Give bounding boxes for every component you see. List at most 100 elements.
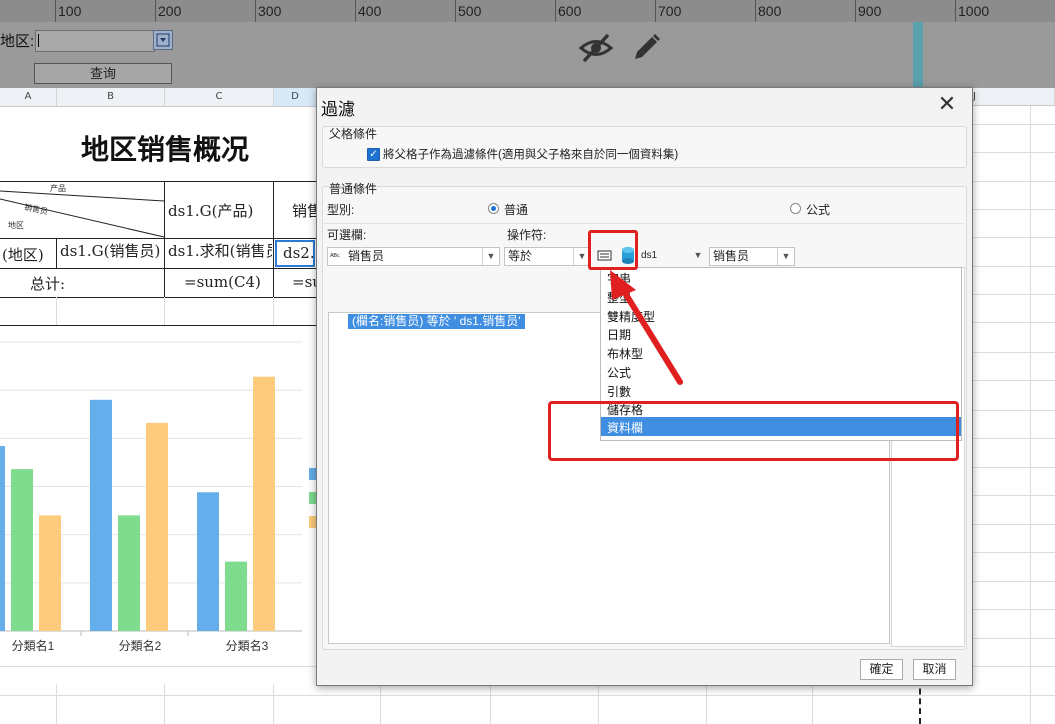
- cell-a5[interactable]: 总计:: [30, 273, 150, 294]
- grid-line: [164, 684, 165, 724]
- chart-bar[interactable]: [0, 446, 5, 631]
- column-header-c[interactable]: C: [165, 88, 274, 107]
- chart-bar[interactable]: [39, 515, 61, 631]
- chevron-down-icon[interactable]: ▼: [690, 247, 706, 264]
- column-header-j[interactable]: J: [971, 88, 1055, 106]
- ruler-tick-label: 600: [558, 3, 582, 19]
- cell-d4-selected[interactable]: ds2.: [275, 240, 315, 267]
- separator: [323, 223, 964, 224]
- legend-swatch-series-3: [309, 516, 316, 528]
- bar-chart[interactable]: 分類名1 分類名2 分類名3: [0, 338, 305, 663]
- ruler-tick-line: [455, 0, 456, 22]
- diagonal-header-label-product: 产品: [50, 184, 66, 193]
- field-combo[interactable]: 销售员 ▼: [709, 247, 795, 266]
- cell-c5[interactable]: =sum(C4): [184, 273, 272, 291]
- type-radio-normal-label[interactable]: 普通: [504, 201, 528, 218]
- grid-line: [971, 352, 1055, 353]
- ruler-tick-line: [655, 0, 656, 22]
- region-dropdown-button[interactable]: [153, 30, 173, 50]
- grid-line: [971, 609, 1055, 610]
- ruler-tick-line: [755, 0, 756, 22]
- chart-bar[interactable]: [118, 515, 140, 631]
- ruler-tick-label: 800: [758, 3, 782, 19]
- cell-d5[interactable]: =su: [292, 273, 316, 291]
- chart-bar[interactable]: [146, 422, 168, 631]
- parent-condition-checkbox[interactable]: ✓: [367, 148, 380, 161]
- optional-column-combo[interactable]: ᴬᴮᶜ 销售员 ▼: [327, 247, 500, 266]
- ruler-tick-line: [955, 0, 956, 22]
- type-radio-formula-label[interactable]: 公式: [806, 201, 830, 218]
- type-radio-formula[interactable]: [790, 203, 801, 214]
- field-type-icon: ᴬᴮᶜ: [330, 252, 340, 261]
- chevron-down-icon: [156, 33, 170, 47]
- chart-bar[interactable]: [253, 376, 275, 631]
- cell-d3[interactable]: 销售: [292, 200, 316, 221]
- close-icon[interactable]: ✕: [935, 94, 959, 118]
- cancel-button[interactable]: 取消: [913, 659, 956, 680]
- table-border: [0, 325, 316, 326]
- type-label: 型別:: [327, 203, 355, 217]
- chart-bar[interactable]: [197, 492, 219, 631]
- cell-c4[interactable]: ds1.求和(销售员): [168, 240, 272, 267]
- text-caret: [38, 34, 39, 47]
- chart-bar[interactable]: [11, 469, 33, 631]
- annotation-highlight-box: [548, 401, 959, 461]
- ruler-tick-label: 100: [58, 3, 82, 19]
- region-input[interactable]: [35, 30, 155, 52]
- column-header-a[interactable]: A: [0, 88, 57, 107]
- chevron-down-icon[interactable]: ▼: [777, 248, 794, 265]
- cell-b4[interactable]: ds1.G(销售员): [60, 240, 162, 267]
- dataset-combo[interactable]: ds1 ▼: [638, 247, 706, 266]
- chart-category-label: 分類名1: [12, 638, 55, 653]
- grid-line: [971, 410, 1055, 411]
- ok-button[interactable]: 確定: [860, 659, 903, 680]
- grid-line: [971, 237, 1055, 238]
- column-header-b[interactable]: B: [57, 88, 165, 107]
- cell-a4[interactable]: (地区): [2, 244, 56, 265]
- table-border: [56, 238, 57, 268]
- grid-line: [598, 684, 599, 724]
- dialog-title: 過濾: [321, 100, 355, 119]
- column-header-d[interactable]: D: [274, 88, 317, 107]
- chevron-down-icon[interactable]: ▼: [482, 248, 499, 265]
- type-radio-normal[interactable]: [488, 203, 499, 214]
- parent-condition-checkbox-label[interactable]: 將父格子作為過濾條件(適用與父子格來自於同一個資料集): [383, 146, 678, 162]
- grid-line: [971, 209, 1055, 210]
- grid-line: [0, 695, 1055, 696]
- grid-line: [971, 467, 1055, 468]
- report-title: 地区销售概况: [80, 133, 249, 166]
- optional-column-label: 可選欄:: [327, 228, 367, 242]
- ruler-tick-line: [855, 0, 856, 22]
- grid-line: [1030, 106, 1031, 724]
- ruler-tick-label: 900: [858, 3, 882, 19]
- chart-bar[interactable]: [225, 561, 247, 631]
- grid-line: [164, 297, 165, 325]
- grid-line: [971, 495, 1055, 496]
- operator-label: 操作符:: [507, 228, 547, 242]
- diagonal-header-label-region: 地区: [8, 221, 24, 230]
- panel-resize-bar[interactable]: [913, 22, 923, 88]
- grid-line: [273, 684, 274, 724]
- pencil-icon[interactable]: [630, 32, 662, 64]
- chart-bar[interactable]: [90, 399, 112, 631]
- eye-off-icon[interactable]: [578, 33, 614, 63]
- table-border: [273, 181, 274, 297]
- ruler-tick-line: [255, 0, 256, 22]
- chart-category-label: 分類名3: [226, 638, 269, 653]
- dataset-value: ds1: [641, 250, 658, 261]
- operator-combo[interactable]: 等於 ▼: [504, 247, 591, 266]
- grid-line: [971, 152, 1055, 153]
- grid-line: [971, 266, 1055, 267]
- condition-list-item[interactable]: (欄名:销售员) 等於 ' ds1.销售员': [348, 314, 525, 329]
- operator-value: 等於: [508, 249, 533, 263]
- grid-line: [812, 684, 813, 724]
- chart-category-label: 分類名2: [119, 638, 162, 653]
- grid-line: [971, 124, 1055, 125]
- ruler-tick-label: 500: [458, 3, 482, 19]
- ruler-tick-label: 1000: [958, 3, 990, 19]
- table-border: [0, 297, 316, 298]
- ruler-tick-label: 300: [258, 3, 282, 19]
- cell-c3[interactable]: ds1.G(产品): [168, 200, 272, 221]
- table-border: [0, 268, 316, 269]
- query-button[interactable]: 查询: [34, 63, 172, 84]
